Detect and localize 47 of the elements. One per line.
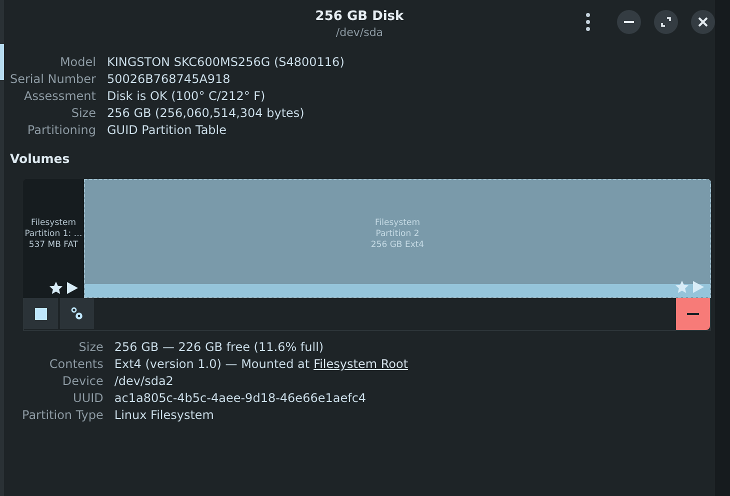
- play-icon: [67, 282, 78, 294]
- field-label: Size: [78, 339, 104, 355]
- field-value: 256 GB — 226 GB free (11.6% full): [114, 339, 325, 355]
- partition-label: 256 GB Ext4: [370, 240, 424, 251]
- field-label: UUID: [72, 390, 104, 406]
- window-subtitle: /dev/sda: [336, 26, 384, 39]
- partition-label: Partition 1: …: [24, 229, 82, 240]
- field-label: Partition Type: [22, 407, 104, 423]
- field-value: 50026B768745A918: [106, 71, 232, 87]
- minus-icon: [687, 313, 699, 315]
- sidebar-indicator: [0, 44, 4, 80]
- field-label: Assessment: [23, 88, 96, 104]
- section-heading: Volumes: [10, 151, 71, 166]
- close-button[interactable]: [691, 10, 715, 34]
- field-label: Model: [58, 54, 96, 70]
- partition-block[interactable]: Filesystem Partition 1: … 537 MB FAT: [23, 179, 84, 298]
- field-value: 256 GB (256,060,514,304 bytes): [106, 105, 306, 121]
- field-label: Contents: [48, 356, 104, 372]
- partition-label: Filesystem: [31, 218, 76, 229]
- play-icon: [693, 281, 704, 293]
- partition-label: 537 MB FAT: [28, 240, 78, 251]
- field-value: KINGSTON SKC600MS256G (S4800116): [106, 54, 346, 70]
- menu-icon[interactable]: [586, 13, 590, 31]
- field-label: Device: [61, 373, 104, 389]
- field-label: Size: [70, 105, 96, 121]
- delete-button[interactable]: [676, 298, 710, 330]
- window-title: 256 GB Disk: [315, 9, 404, 24]
- partition-label: Partition 2: [376, 229, 420, 240]
- minimize-button[interactable]: [617, 10, 641, 34]
- star-icon: [49, 281, 63, 295]
- field-label: Serial Number: [10, 71, 96, 87]
- close-icon: [698, 17, 708, 27]
- settings-button[interactable]: [60, 298, 94, 329]
- mount-link[interactable]: Filesystem Root: [314, 356, 408, 372]
- field-value: GUID Partition Table: [106, 122, 228, 138]
- unmount-button[interactable]: [24, 298, 58, 329]
- field-value: Disk is OK (100° C/212° F): [106, 88, 266, 104]
- star-icon: [675, 280, 689, 294]
- field-value: ac1a805c-4b5c-4aee-9d18-46e66e1aefc4: [114, 390, 368, 406]
- maximize-icon: [661, 17, 671, 27]
- partition-label: Filesystem: [375, 218, 420, 229]
- field-value: Ext4 (version 1.0) — Mounted at: [114, 356, 310, 372]
- field-value: /dev/sda2: [114, 373, 174, 389]
- maximize-button[interactable]: [654, 10, 678, 34]
- stop-icon: [35, 308, 47, 320]
- field-label: Partitioning: [26, 122, 96, 138]
- field-value: Linux Filesystem: [114, 407, 215, 423]
